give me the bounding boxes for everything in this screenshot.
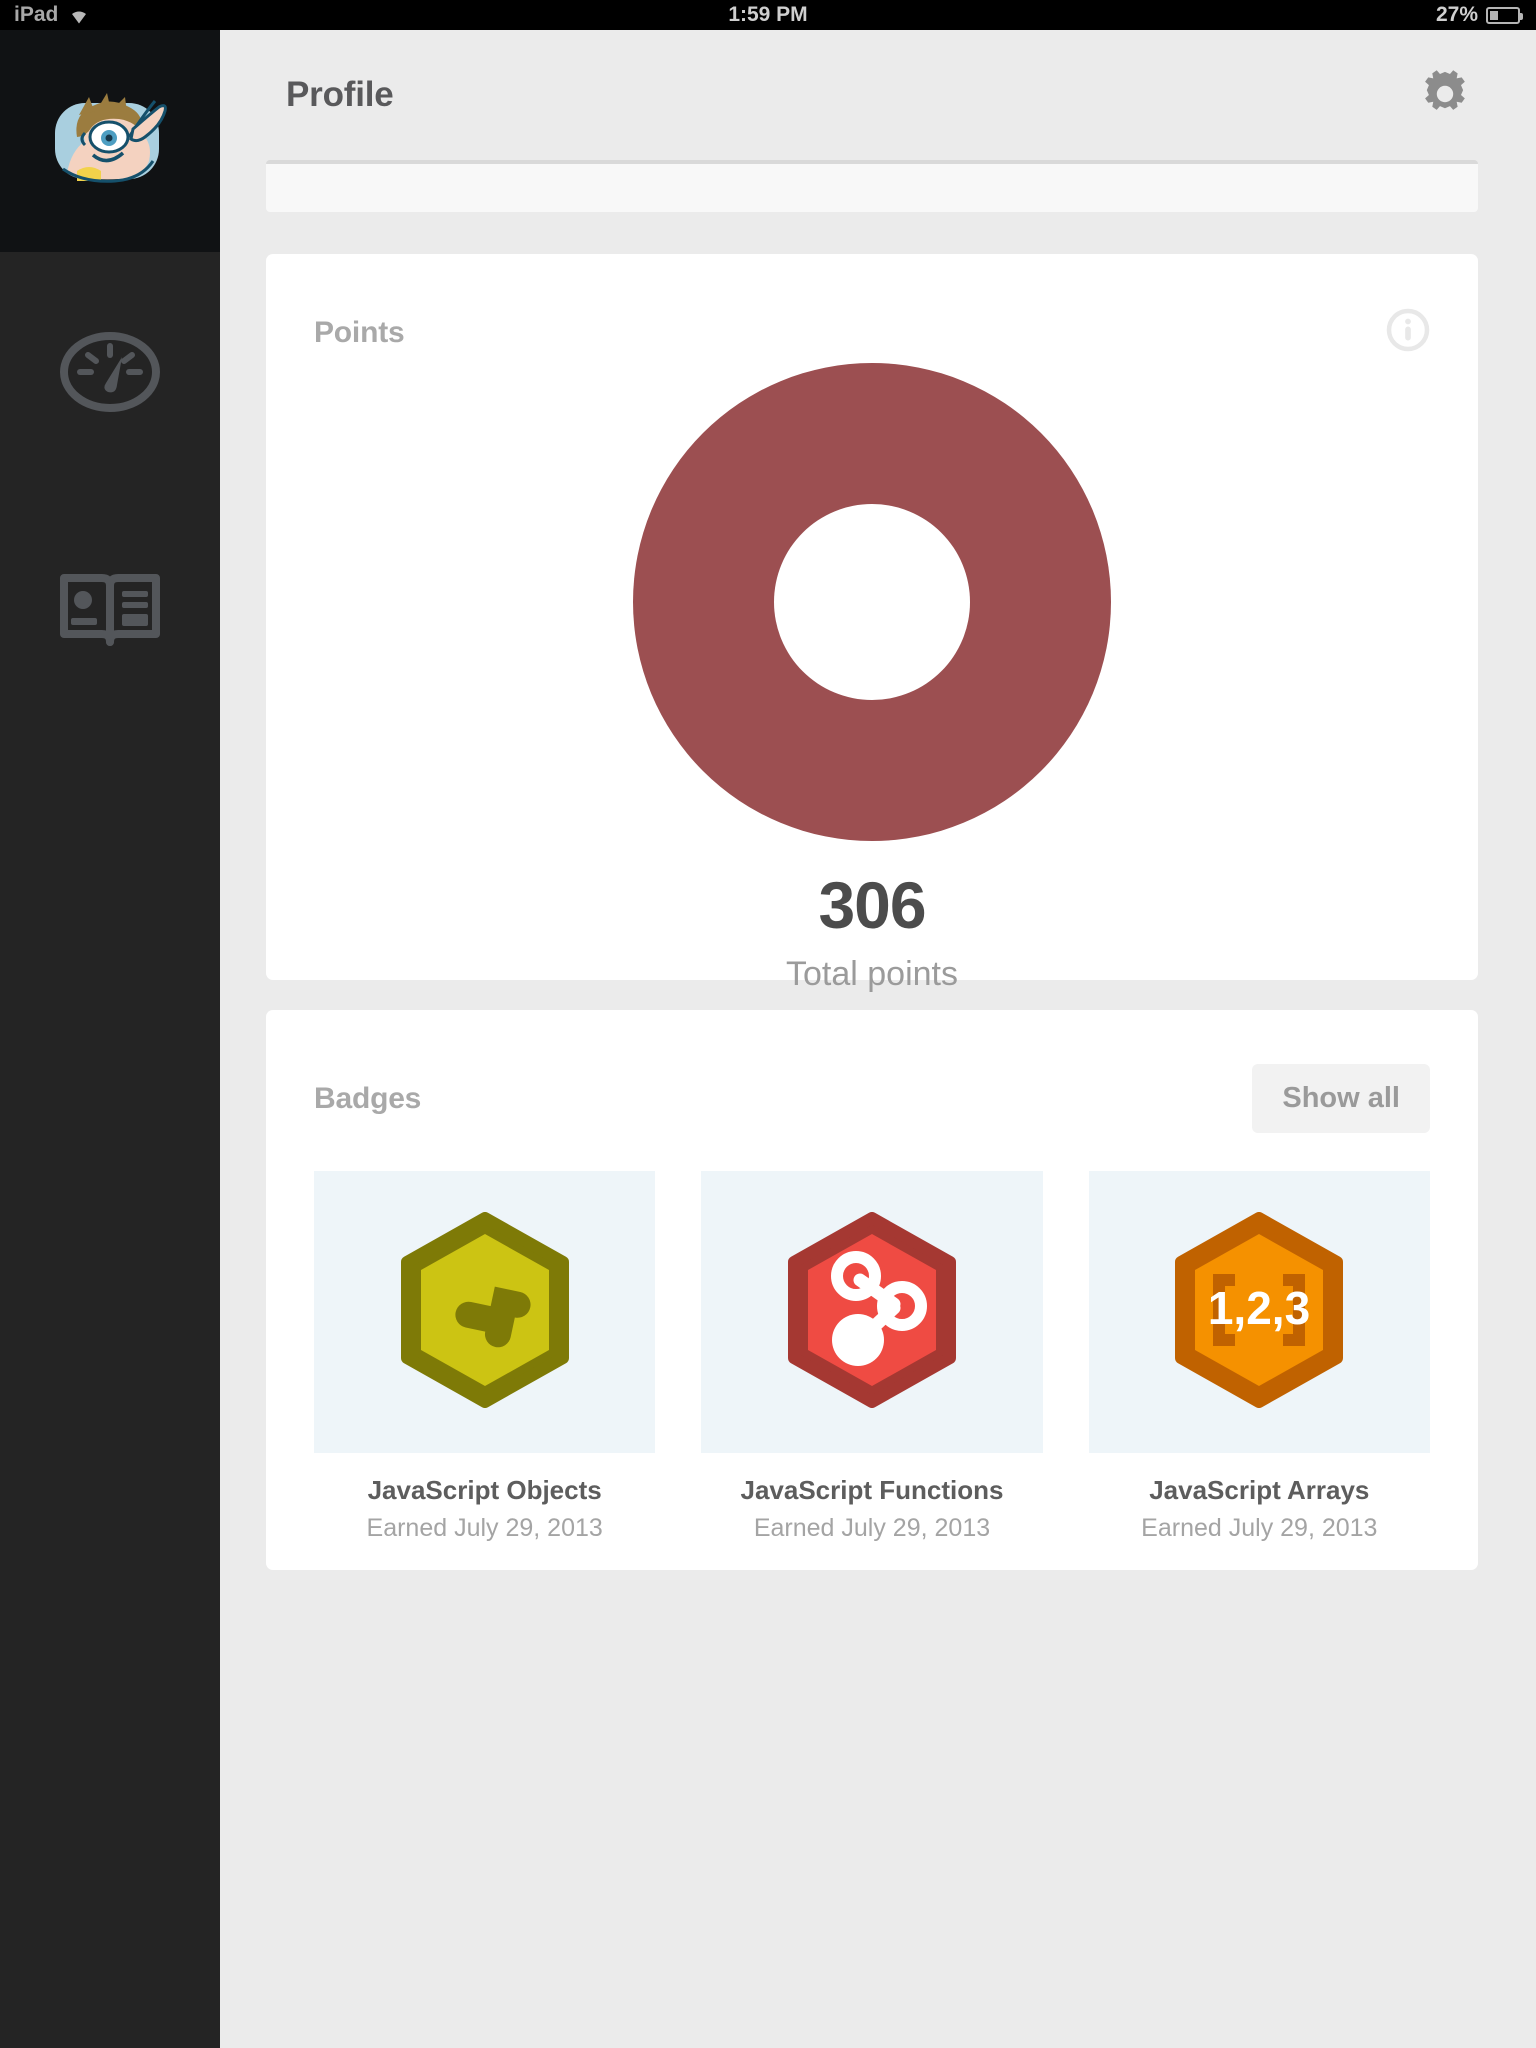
page-header: Profile	[220, 30, 1536, 160]
molecule-hexagon-badge-icon	[782, 1211, 962, 1413]
main-content: Profile Points 306 Total points Badges S…	[220, 30, 1536, 2048]
show-all-badges-button[interactable]: Show all	[1252, 1064, 1430, 1133]
dashboard-speedometer-icon	[58, 331, 162, 418]
puzzle-piece-hexagon-badge-icon	[395, 1211, 575, 1413]
badge-date: Earned July 29, 2013	[366, 1514, 603, 1542]
scroll-area[interactable]: Points 306 Total points Badges Show all …	[220, 160, 1536, 1570]
badge-tile: 1,2,3	[1088, 1171, 1430, 1453]
donut-hole	[774, 504, 970, 700]
settings-button[interactable]	[1418, 67, 1474, 123]
badge-item[interactable]: JavaScript Functions Earned July 29, 201…	[701, 1171, 1043, 1543]
battery-icon	[1486, 6, 1523, 24]
array-brackets-hexagon-badge-icon: 1,2,3	[1169, 1211, 1349, 1413]
sidebar-logo[interactable]	[0, 30, 220, 252]
badges-card-header: Badges Show all	[266, 1010, 1478, 1133]
info-icon	[1386, 308, 1430, 356]
placeholder-panel	[266, 160, 1478, 212]
app-root: Profile Points 306 Total points Badges S…	[0, 30, 1536, 2048]
page-title: Profile	[286, 75, 394, 114]
badge-date: Earned July 29, 2013	[1141, 1514, 1378, 1542]
badge-name: JavaScript Arrays	[1149, 1475, 1370, 1505]
badges-card: Badges Show all JavaScript Objects Earne…	[266, 1010, 1478, 1570]
treehouse-mascot-logo-icon	[49, 85, 171, 197]
points-card-header: Points	[266, 254, 1478, 357]
points-info-button[interactable]	[1386, 308, 1430, 357]
sidebar-item-dashboard[interactable]	[0, 252, 220, 497]
badge-tile	[701, 1171, 1043, 1453]
points-donut-chart	[266, 363, 1478, 841]
badge-name: JavaScript Functions	[740, 1475, 1004, 1505]
library-book-icon	[58, 568, 162, 657]
badge-tile	[314, 1171, 656, 1453]
badge-item[interactable]: JavaScript Objects Earned July 29, 2013	[314, 1171, 656, 1543]
badge-item[interactable]: 1,2,3 JavaScript Arrays Earned July 29, …	[1088, 1171, 1430, 1543]
battery-percent-label: 27%	[1435, 3, 1478, 26]
gear-icon	[1420, 67, 1472, 124]
badge-grid: JavaScript Objects Earned July 29, 2013	[266, 1133, 1478, 1543]
badge-name: JavaScript Objects	[367, 1475, 602, 1505]
points-title: Points	[314, 315, 405, 349]
ios-status-bar: iPad 1:59 PM 27%	[0, 0, 1536, 30]
battery-fill	[1490, 10, 1499, 20]
sidebar	[0, 30, 220, 2048]
sidebar-item-library[interactable]	[0, 497, 220, 727]
donut-svg	[633, 363, 1111, 841]
badge-date: Earned July 29, 2013	[753, 1514, 991, 1542]
total-points-label: Total points	[786, 955, 958, 993]
clock-label: 1:59 PM	[728, 3, 808, 26]
array-badge-label: 1,2,3	[1208, 1282, 1310, 1334]
status-right-group: 27%	[1435, 3, 1523, 27]
total-points-value: 306	[818, 868, 926, 942]
badges-title: Badges	[314, 1081, 422, 1115]
points-card: Points 306 Total points	[266, 254, 1478, 993]
